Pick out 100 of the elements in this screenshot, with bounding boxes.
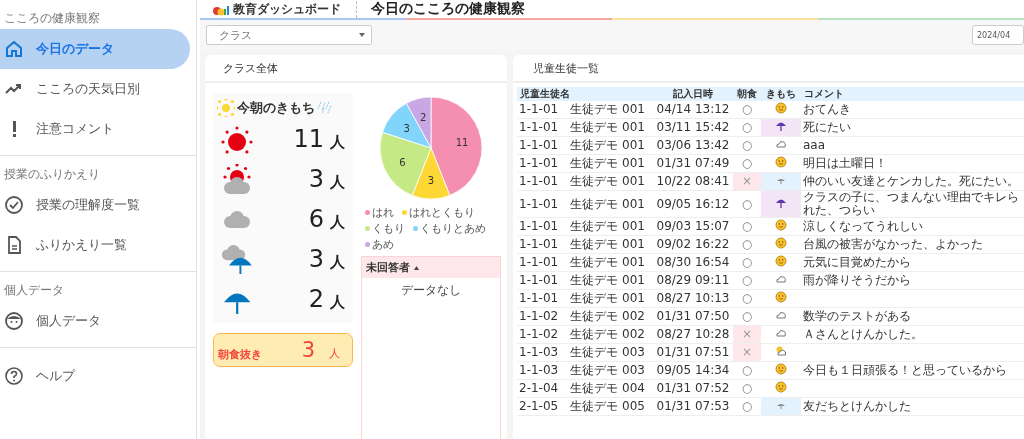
- table-cell: 2-1-04 生徒デモ 004: [517, 379, 653, 398]
- rain-icon: [317, 100, 333, 116]
- section-label: こころの健康観察: [3, 10, 101, 27]
- unit-label: 人: [330, 213, 345, 232]
- table-cell: 数学のテストがある: [801, 307, 1024, 326]
- breakfast-cell: ○: [733, 271, 761, 290]
- table-cell: 1-1-01 生徒デモ 001: [517, 154, 653, 173]
- breakfast-cell: ○: [733, 361, 761, 380]
- breakfast-skip-count: 3: [301, 338, 315, 362]
- table-cell: 1-1-01 生徒デモ 001: [517, 235, 653, 254]
- table-cell: 1-1-02 生徒デモ 002: [517, 325, 653, 344]
- table-cell: 01/31 07:53: [653, 397, 733, 416]
- mood-heading: 今朝のきもち: [237, 99, 315, 117]
- legend-label: くもり: [372, 221, 405, 236]
- table-cell: 03/11 15:42: [653, 118, 733, 137]
- table-cell: 元気に目覚めたから: [801, 253, 1024, 272]
- nav-item[interactable]: ふりかえり一覧: [0, 225, 190, 265]
- mood-count: 6: [308, 205, 324, 233]
- unit-label: 人: [330, 253, 345, 272]
- column-header: 児童生徒名: [517, 87, 653, 101]
- table-cell: 01/31 07:50: [653, 307, 733, 326]
- table-cell: 1-1-01 生徒デモ 001: [517, 172, 653, 191]
- section-label: 個人データ: [3, 282, 65, 299]
- cloud-outline-icon: [775, 309, 787, 321]
- sun-cloud-icon: [775, 345, 787, 357]
- smiley-icon: [775, 363, 787, 375]
- table-cell: おてんき: [801, 101, 1024, 119]
- table-cell: 09/03 15:07: [653, 217, 733, 236]
- table-cell: クラスの子に、つまんない理由でキレられた、つらい: [801, 190, 1024, 218]
- table-cell: 1-1-01 生徒デモ 001: [517, 271, 653, 290]
- breakfast-cell: ○: [733, 136, 761, 155]
- legend-label: あめ: [372, 237, 394, 252]
- legend-label: はれ: [372, 205, 394, 220]
- date-field[interactable]: 2024/04: [972, 25, 1024, 45]
- table-cell: 死にたい: [801, 118, 1024, 137]
- unit-label: 人: [330, 173, 345, 192]
- breakfast-cell: ○: [733, 379, 761, 398]
- column-header: 記入日時: [653, 87, 733, 101]
- table-cell: 台風の被害がなかった、よかった: [801, 235, 1024, 254]
- nav-item[interactable]: こころの天気日別: [0, 69, 190, 109]
- caret-icon[interactable]: [414, 265, 419, 270]
- table-cell: 2-1-05 生徒デモ 005: [517, 397, 653, 416]
- table-cell: 09/05 14:34: [653, 361, 733, 380]
- class-dropdown[interactable]: クラス: [206, 25, 372, 45]
- smiley-icon: [775, 255, 787, 267]
- nav-item[interactable]: 授業の理解度一覧: [0, 185, 190, 225]
- table-cell: Ａさんとけんかした。: [801, 325, 1024, 344]
- smiley-icon: [775, 156, 787, 168]
- table-cell: 01/31 07:49: [653, 154, 733, 173]
- table-cell: 友だちとけんかした: [801, 397, 1024, 416]
- unit-label: 人: [329, 346, 340, 361]
- breakfast-skip-label: 朝食抜き: [218, 346, 262, 362]
- table-cell: 雨が降りそうだから: [801, 271, 1024, 290]
- face-icon: [4, 311, 24, 331]
- table-cell: aaa: [801, 136, 1024, 155]
- exclamation-icon: [12, 121, 16, 137]
- column-header: 朝食: [733, 87, 761, 101]
- nav-item[interactable]: ヘルプ: [0, 356, 190, 396]
- table-cell: 08/29 09:11: [653, 271, 733, 290]
- breakfast-cell: ○: [733, 289, 761, 308]
- table-cell: 1-1-01 生徒デモ 001: [517, 136, 653, 155]
- table-cell: 1-1-01 生徒デモ 001: [517, 190, 653, 218]
- page-title: 今日のこころの健康観察: [370, 0, 525, 18]
- mood-count: 3: [308, 245, 324, 273]
- table-cell: 1-1-02 生徒デモ 002: [517, 307, 653, 326]
- slice-label: 3: [427, 174, 435, 186]
- help-icon: [4, 366, 24, 386]
- table-cell: 1-1-01 生徒デモ 001: [517, 289, 653, 308]
- sun-icon: [219, 124, 255, 154]
- table-cell: 1-1-01 生徒デモ 001: [517, 118, 653, 137]
- breakfast-cell: ○: [733, 101, 761, 119]
- legend-label: くもりとあめ: [420, 221, 486, 236]
- unit-label: 人: [330, 293, 345, 312]
- breakfast-cell: ○: [733, 235, 761, 254]
- card-title: クラス全体: [205, 55, 507, 83]
- nav-item[interactable]: 注意コメント: [0, 109, 190, 149]
- breakfast-cell: ○: [733, 217, 761, 236]
- table-cell: 1-1-01 生徒デモ 001: [517, 101, 653, 119]
- slice-label: 2: [419, 112, 427, 124]
- table-cell: 仲のいい友達とケンカした。死にたい。: [801, 172, 1024, 191]
- nav-item[interactable]: 個人データ: [0, 301, 190, 341]
- smiley-icon: [775, 381, 787, 393]
- table-cell: 04/14 13:12: [653, 101, 733, 119]
- breakfast-cell: ○: [733, 154, 761, 173]
- cloud-outline-icon: [775, 138, 787, 150]
- panel-header: 未回答者: [366, 260, 410, 275]
- smiley-icon: [775, 102, 787, 114]
- sun-icon: [217, 99, 235, 117]
- card-title: 児童生徒一覧: [513, 55, 1024, 83]
- smiley-icon: [775, 291, 787, 303]
- table-cell: 今日も１日頑張る！と思っているから: [801, 361, 1024, 380]
- slice-label: 11: [455, 137, 469, 149]
- legend-label: はれとくもり: [409, 205, 475, 220]
- table-cell: 涼しくなってうれしい: [801, 217, 1024, 236]
- table-cell: 1-1-01 生徒デモ 001: [517, 253, 653, 272]
- table-cell: 明日は土曜日！: [801, 154, 1024, 173]
- table-cell: 03/06 13:42: [653, 136, 733, 155]
- table-cell: 01/31 07:52: [653, 379, 733, 398]
- column-header: きもち: [761, 87, 801, 101]
- caret-icon: [359, 33, 365, 37]
